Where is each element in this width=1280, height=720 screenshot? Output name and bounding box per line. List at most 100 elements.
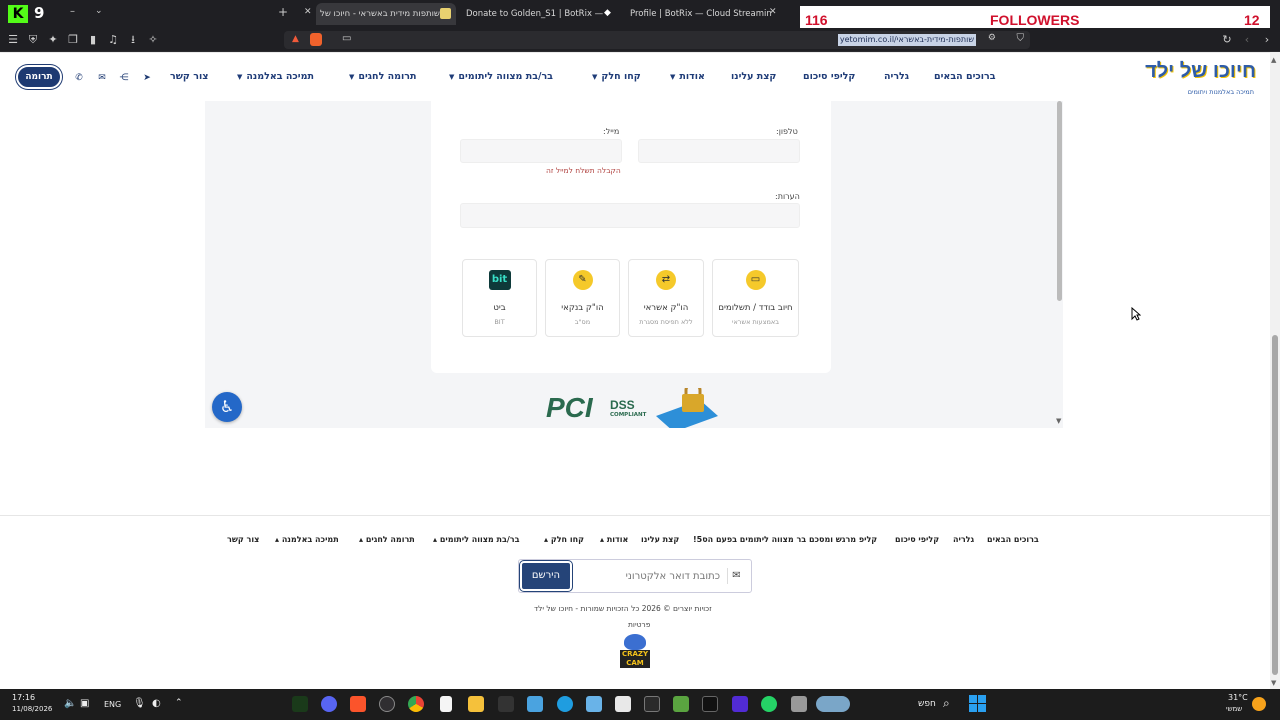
close-tab-icon[interactable]: ✕: [769, 7, 777, 17]
nav-about[interactable]: אודות▼: [670, 71, 705, 82]
taskbar-date[interactable]: 11/08/2026: [12, 705, 52, 713]
share-icon[interactable]: ⋲: [118, 72, 130, 84]
payment-method-bit[interactable]: bit ביט BIT: [462, 259, 537, 337]
footer-nav-about-us[interactable]: קצת עלינו: [641, 535, 679, 544]
mail-icon[interactable]: ✉: [96, 72, 108, 84]
search-icon[interactable]: ⌕: [943, 696, 950, 711]
brave-shield-icon[interactable]: [310, 33, 322, 46]
download-icon[interactable]: ⭳: [126, 33, 140, 47]
footer-nav-holiday-donation[interactable]: תרומה לחגים ▴: [359, 535, 415, 544]
tune-icon[interactable]: ⚙: [988, 33, 996, 43]
crazy-cam-logo[interactable]: CRAZY CAM: [616, 632, 654, 670]
footer-nav-contact[interactable]: צור קשר: [227, 535, 259, 544]
shield-icon[interactable]: ⛨: [26, 33, 40, 47]
address-bar[interactable]: ▲ ▭ yetomim.co.il/שותפות-מידית-באשראי ⚙ …: [284, 31, 1030, 49]
taskbar-search[interactable]: חפש: [918, 699, 936, 709]
accessibility-icon[interactable]: ♿: [212, 392, 242, 422]
volume-icon[interactable]: 🔈: [64, 698, 76, 709]
explorer-icon[interactable]: [468, 696, 484, 712]
footer-nav-about[interactable]: אודות ▴: [600, 535, 628, 544]
obs-icon[interactable]: [379, 696, 395, 712]
footer-nav-widow-support[interactable]: תמיכה באלמנה ▴: [275, 535, 339, 544]
whatsapp-icon[interactable]: [761, 696, 777, 712]
payment-method-recurring-credit[interactable]: ⇄ הו"ק אשראי ללא תפיסת מסגרת: [628, 259, 704, 337]
forward-icon[interactable]: ›: [1260, 33, 1274, 47]
chrome-icon[interactable]: [408, 696, 424, 712]
back-icon[interactable]: ‹: [1240, 33, 1254, 47]
donate-button[interactable]: תרומה: [16, 65, 62, 89]
extension-icon[interactable]: ✧: [146, 33, 160, 47]
edge-icon[interactable]: [557, 696, 573, 712]
keyboard-language[interactable]: ENG: [104, 700, 121, 709]
nav-widow-support[interactable]: תמיכה באלמנה▼: [237, 71, 314, 82]
chevron-down-icon[interactable]: ⌄: [95, 6, 103, 16]
site-logo[interactable]: חיוכו של ילד תמיכה באלמנות ויתומים: [1145, 56, 1260, 98]
store-icon[interactable]: [615, 696, 631, 712]
payment-method-card-charge[interactable]: ▭ חיוב בודד / תשלומים באמצעות אשראי: [712, 259, 799, 337]
capcut-icon[interactable]: [702, 696, 718, 712]
bookmark-icon[interactable]: ⛉: [1017, 33, 1025, 44]
nav-take-part[interactable]: קחו חלק▼: [592, 71, 641, 82]
footer-nav-welcome[interactable]: ברוכים הבאים: [987, 535, 1039, 544]
weather-temp[interactable]: 31°C: [1228, 693, 1248, 702]
nav-about-us[interactable]: קצת עלינו: [731, 71, 776, 82]
footer-nav-bar-mitzvah-clip[interactable]: קליפ מרגש ומסכם בר מצווה ליתומים בפעם הס…: [693, 535, 877, 544]
network-icon[interactable]: ▣: [80, 698, 89, 709]
tab-active[interactable]: שותפות מידית באשראי - חיוכו של: [316, 3, 456, 25]
music-icon[interactable]: ♫: [106, 33, 120, 47]
tab-botrix-profile[interactable]: Profile | BotRix — Cloud Streaming B: [622, 3, 772, 25]
new-tab-icon[interactable]: +: [278, 5, 288, 19]
app-icon[interactable]: [292, 696, 308, 712]
sidebar-icon[interactable]: ▮: [86, 33, 100, 47]
scroll-down-icon[interactable]: ▼: [1056, 417, 1061, 425]
nav-summary-clips[interactable]: קליפי סיכום: [803, 71, 855, 82]
privacy-link[interactable]: פרטיות: [628, 620, 650, 629]
weather-sun-icon[interactable]: [1252, 697, 1266, 711]
discord-icon[interactable]: [321, 696, 337, 712]
nav-holiday-donation[interactable]: תרומה לחגים▼: [349, 71, 417, 82]
footer-nav-take-part[interactable]: קחו חלק ▴: [544, 535, 584, 544]
phone-icon[interactable]: ✆: [73, 72, 85, 84]
newsletter-email-input[interactable]: [574, 566, 720, 586]
taskbar-time[interactable]: 17:16: [12, 693, 35, 702]
nav-bar-mitzvah[interactable]: בר/בת מצווה ליתומים▼: [449, 71, 553, 82]
tab-botrix-donate[interactable]: Donate to Golden_S1 | BotRix — Clo: [458, 3, 608, 25]
app-icon[interactable]: [791, 696, 807, 712]
microphone-icon[interactable]: 🎙: [133, 698, 146, 709]
payment-method-bank[interactable]: ✎ הו"ק בנקאי מס"ב: [545, 259, 620, 337]
epic-games-icon[interactable]: [644, 696, 660, 712]
footer-nav-gallery[interactable]: גלריה: [953, 535, 974, 544]
email-field[interactable]: [460, 139, 622, 163]
nav-contact[interactable]: צור קשר: [170, 71, 208, 82]
phone-field[interactable]: [638, 139, 800, 163]
scroll-down-icon[interactable]: ▼: [1271, 679, 1276, 687]
puzzle-icon[interactable]: ✦: [46, 33, 60, 47]
navigation-icon[interactable]: ➤: [141, 72, 153, 84]
minecraft-icon[interactable]: [673, 696, 689, 712]
windows-start-icon[interactable]: [969, 695, 986, 712]
window-scrollbar-thumb[interactable]: [1272, 335, 1278, 675]
minimize-icon[interactable]: –: [70, 6, 82, 17]
app-window-icon[interactable]: [586, 696, 602, 712]
notes-field[interactable]: [460, 203, 800, 228]
reload-icon[interactable]: ↻: [1220, 33, 1234, 47]
tray-expand-icon[interactable]: ⌃: [175, 698, 183, 708]
dotnet-icon[interactable]: [732, 696, 748, 712]
footer-nav-bar-mitzvah[interactable]: בר/בת מצווה ליתומים ▴: [433, 535, 519, 544]
subscribe-button[interactable]: הירשם: [520, 561, 572, 591]
footer-nav-summary-clips[interactable]: קליפי סיכום: [895, 535, 939, 544]
brave-icon[interactable]: [350, 696, 366, 712]
file-icon[interactable]: [440, 696, 452, 712]
nav-welcome[interactable]: ברוכים הבאים: [934, 71, 996, 82]
tray-app-icon[interactable]: ◐: [152, 698, 161, 709]
window-icon[interactable]: [527, 696, 543, 712]
iframe-scrollbar-thumb[interactable]: [1057, 101, 1062, 301]
scroll-up-icon[interactable]: ▲: [1271, 56, 1276, 64]
close-tab-icon[interactable]: ✕: [304, 7, 312, 17]
tab-share-icon[interactable]: ▭: [342, 33, 351, 44]
tabs-icon[interactable]: ❐: [66, 33, 80, 47]
kick-logo-icon[interactable]: K: [8, 5, 28, 23]
menu-icon[interactable]: ☰: [6, 33, 20, 47]
url-text[interactable]: yetomim.co.il/שותפות-מידית-באשראי: [837, 34, 976, 46]
brave-rewards-icon[interactable]: ▲: [292, 34, 299, 44]
